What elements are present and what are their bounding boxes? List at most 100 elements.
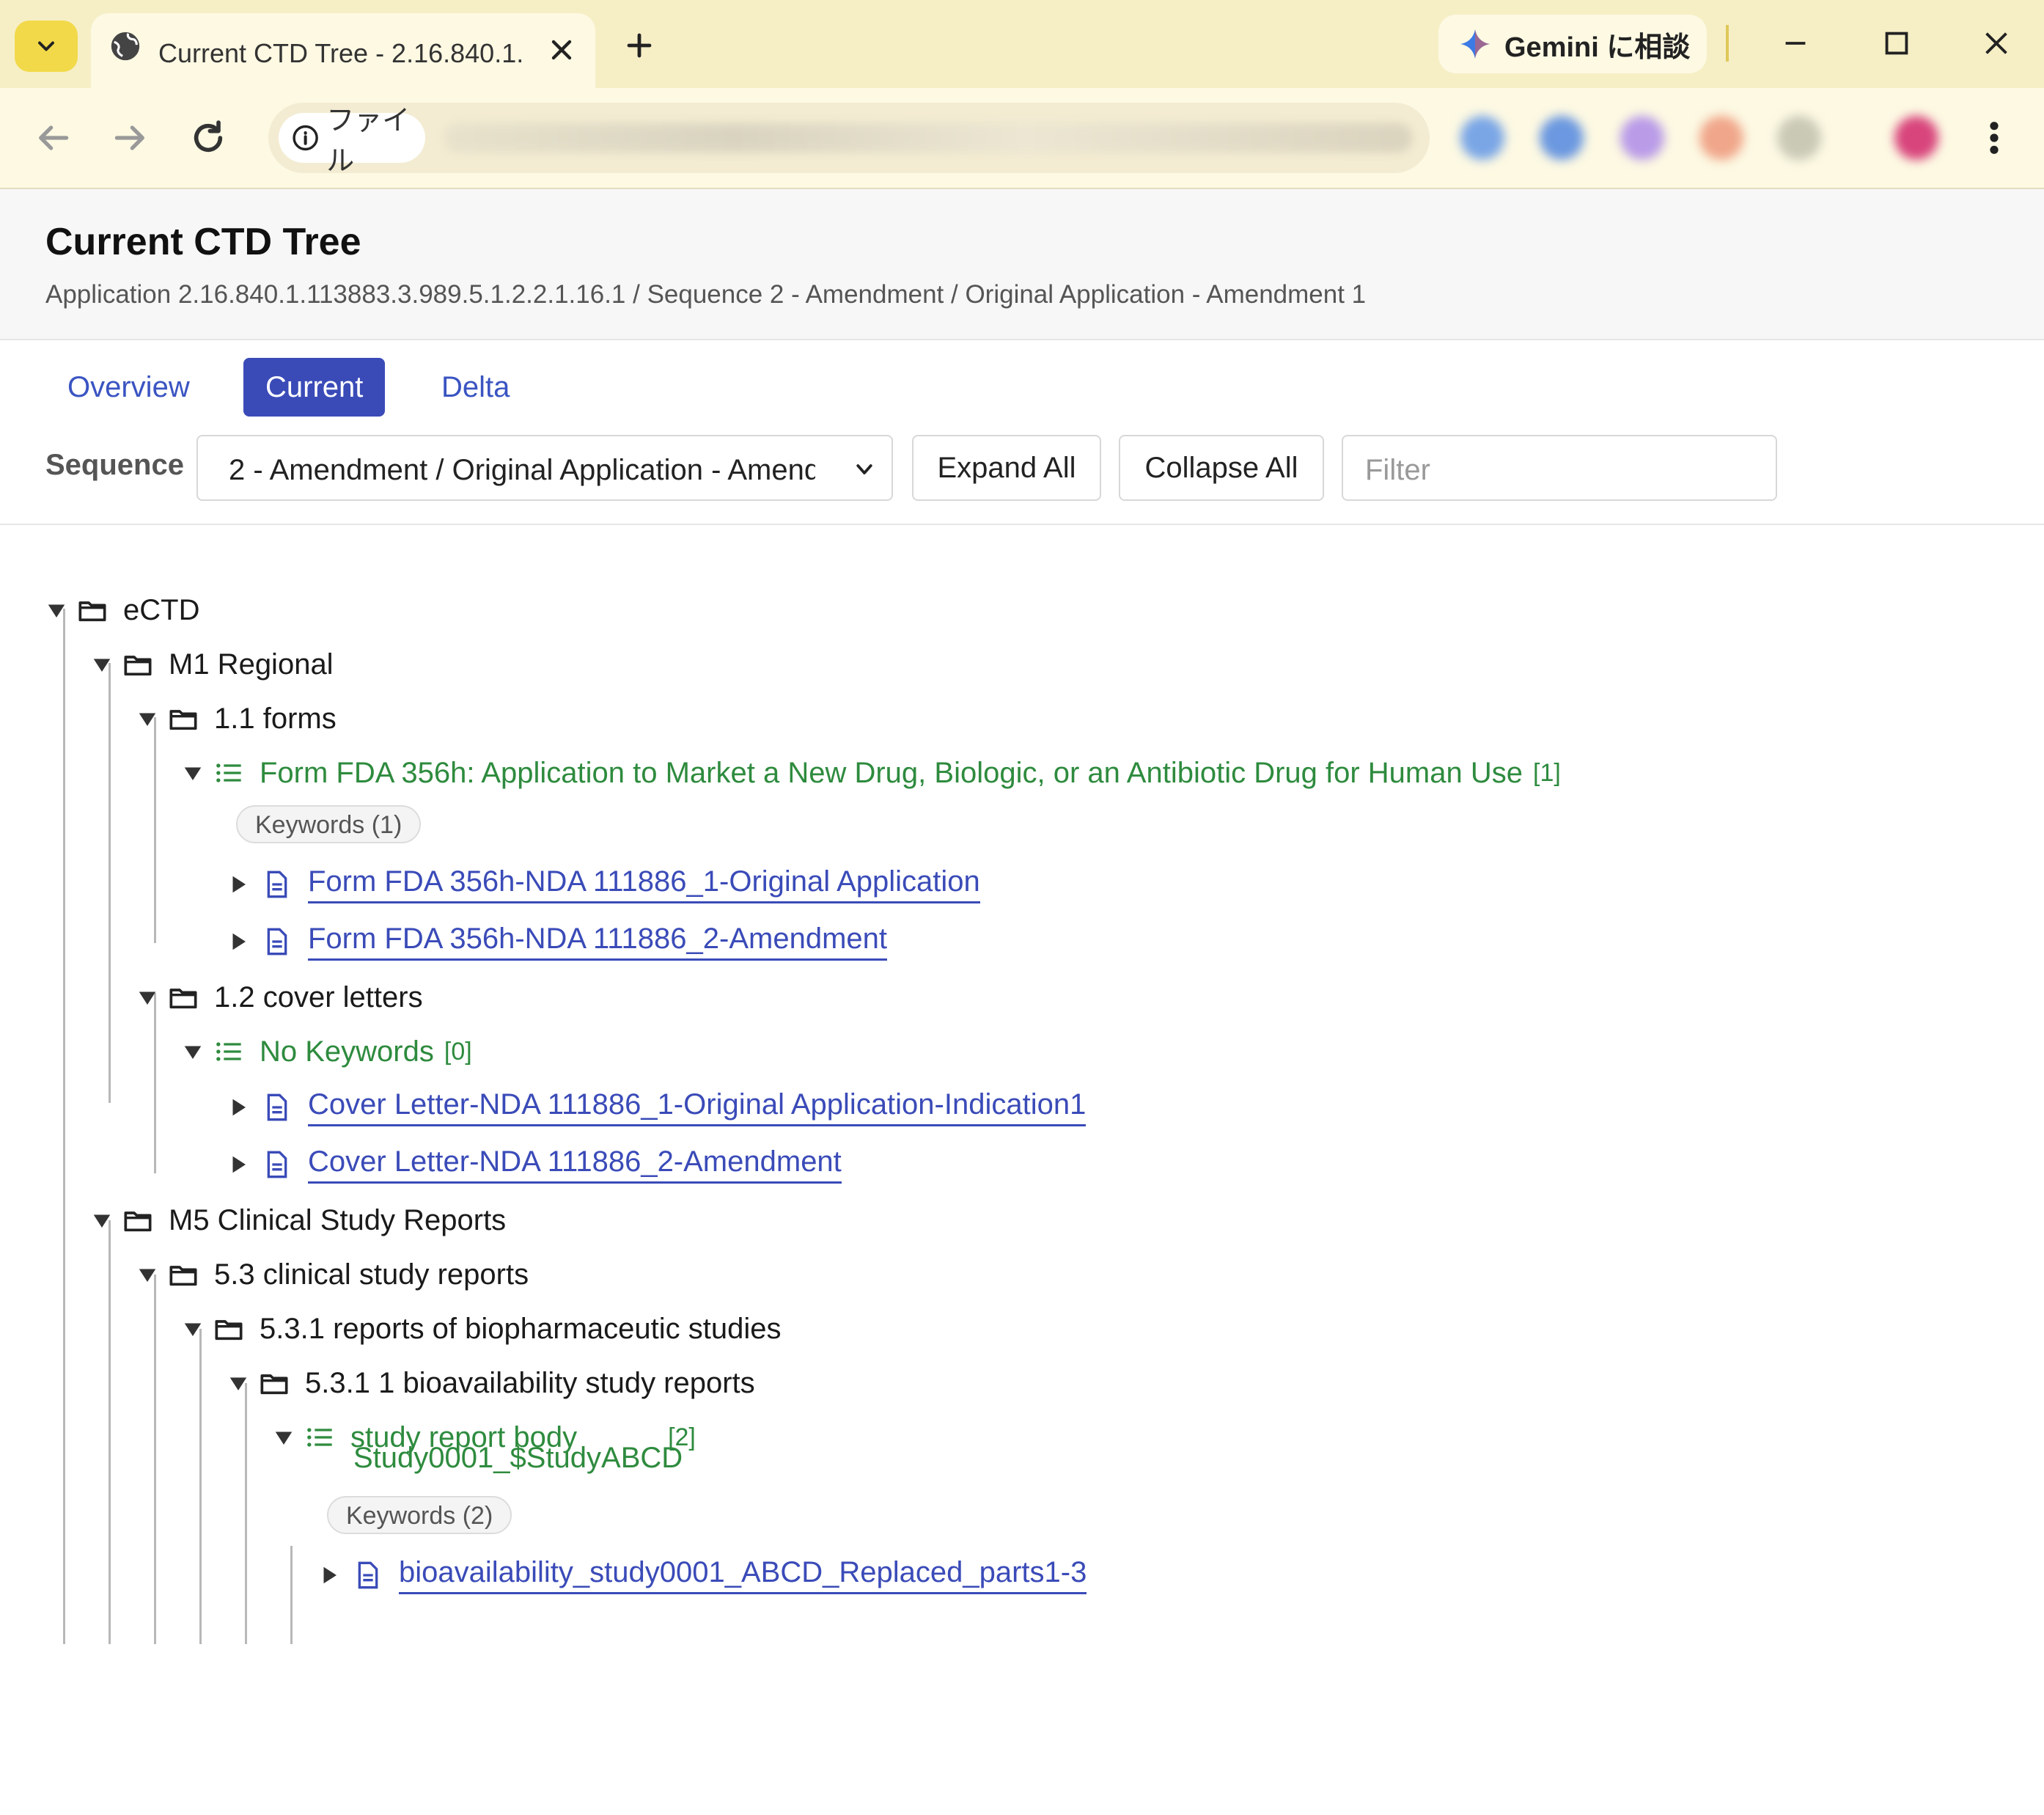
browser-toolbar: ファイル — [0, 88, 2044, 189]
triangle-down-icon[interactable] — [227, 1372, 249, 1394]
filter-placeholder: Filter — [1365, 454, 1430, 486]
tree-doc-form-1[interactable]: Form FDA 356h-NDA 111886_1-Original Appl… — [227, 862, 980, 906]
forward-icon[interactable] — [110, 117, 151, 158]
site-info-label: ファイル — [326, 106, 411, 177]
document-link[interactable]: Cover Letter-NDA 111886_2-Amendment — [308, 1145, 842, 1184]
tree-guide-line — [199, 1329, 202, 1644]
triangle-down-icon[interactable] — [45, 599, 67, 621]
tree-node-ectd[interactable]: eCTD — [45, 588, 199, 632]
triangle-down-icon[interactable] — [182, 1041, 204, 1063]
triangle-down-icon[interactable] — [136, 1264, 158, 1286]
chevron-down-icon — [38, 41, 54, 51]
triangle-down-icon[interactable] — [136, 986, 158, 1008]
tree-group-count: [1] — [1533, 758, 1561, 787]
gemini-button[interactable]: Gemini に相談 — [1438, 15, 1707, 73]
tree-node-label: eCTD — [123, 593, 200, 626]
minimize-icon[interactable] — [1779, 26, 1812, 60]
tree-guide-line — [154, 993, 156, 1173]
triangle-down-icon[interactable] — [136, 708, 158, 730]
browser-tab-bar: Current CTD Tree - 2.16.840.1.113883.3.9… — [0, 0, 2044, 88]
maximize-icon[interactable] — [1880, 26, 1914, 60]
tree-node-5-3-1-1[interactable]: 5.3.1 1 bioavailability study reports — [227, 1361, 755, 1405]
extension-icon[interactable] — [1699, 116, 1743, 160]
tab-delta[interactable]: Delta — [419, 358, 532, 417]
plus-icon[interactable] — [622, 28, 657, 63]
keywords-pill[interactable]: Keywords (2) — [327, 1496, 512, 1534]
extension-icon[interactable] — [1620, 116, 1664, 160]
tree-controls: Sequence 2 - Amendment / Original Applic… — [0, 433, 2044, 503]
tab-search-button[interactable] — [15, 21, 78, 72]
more-vert-icon[interactable] — [1985, 117, 2003, 158]
browser-tab-title: Current CTD Tree - 2.16.840.1.113883.3.9… — [158, 38, 525, 68]
folder-icon — [169, 989, 197, 1009]
document-icon — [267, 1093, 287, 1121]
document-link[interactable]: Cover Letter-NDA 111886_1-Original Appli… — [308, 1088, 1087, 1126]
document-icon — [267, 1151, 287, 1178]
tree-node-5-3[interactable]: 5.3 clinical study reports — [136, 1253, 529, 1297]
sequence-label: Sequence — [45, 449, 184, 481]
triangle-right-icon[interactable] — [227, 1096, 249, 1118]
tree-doc-cover-2[interactable]: Cover Letter-NDA 111886_2-Amendment — [227, 1143, 842, 1187]
document-link[interactable]: Form FDA 356h-NDA 111886_2-Amendment — [308, 923, 888, 961]
gemini-star-icon — [1460, 29, 1490, 59]
triangle-down-icon[interactable] — [182, 762, 204, 784]
view-tabs: Overview Current Delta — [0, 352, 2044, 422]
tree-group-label: Form FDA 356h: Application to Market a N… — [260, 756, 1523, 789]
profile-avatar[interactable] — [1894, 116, 1938, 160]
list-icon — [307, 1428, 332, 1447]
folder-icon — [124, 1211, 152, 1232]
expand-all-button[interactable]: Expand All — [912, 435, 1101, 501]
tree-node-5-3-1[interactable]: 5.3.1 reports of biopharmaceutic studies — [182, 1307, 782, 1351]
triangle-down-icon[interactable] — [182, 1318, 204, 1340]
keywords-pill[interactable]: Keywords (1) — [236, 805, 422, 843]
triangle-right-icon[interactable] — [227, 873, 249, 895]
reload-icon[interactable] — [188, 117, 229, 158]
tree-node-label: 1.2 cover letters — [214, 980, 423, 1013]
browser-tab[interactable]: Current CTD Tree - 2.16.840.1.113883.3.9… — [91, 13, 595, 88]
ctd-tree: eCTD M1 Regional 1.1 forms Form FDA 356h… — [0, 557, 2044, 1644]
tree-doc-study[interactable]: bioavailability_study0001_ABCD_Replaced_… — [318, 1553, 1087, 1597]
triangle-down-icon[interactable] — [273, 1426, 295, 1448]
filter-input[interactable]: Filter — [1342, 435, 1777, 501]
document-icon — [358, 1561, 378, 1589]
breadcrumb: Application 2.16.840.1.113883.3.989.5.1.… — [45, 280, 1367, 309]
folder-icon — [260, 1374, 288, 1395]
tree-group-form-356h[interactable]: Form FDA 356h: Application to Market a N… — [182, 751, 1561, 795]
divider — [0, 524, 2044, 525]
sequence-select-value: 2 - Amendment / Original Application - A… — [229, 454, 815, 486]
triangle-right-icon[interactable] — [318, 1564, 340, 1586]
extension-icon[interactable] — [1540, 116, 1584, 160]
collapse-all-button[interactable]: Collapse All — [1119, 435, 1324, 501]
tree-node-forms[interactable]: 1.1 forms — [136, 697, 337, 741]
tab-current[interactable]: Current — [243, 358, 386, 417]
tree-group-label: No Keywords — [260, 1035, 434, 1068]
page-title: Current CTD Tree — [45, 221, 361, 263]
tree-group-sublabel: Study0001_$StudyABCD — [353, 1442, 683, 1474]
address-bar[interactable]: ファイル — [268, 103, 1430, 177]
tree-node-cover-letters[interactable]: 1.2 cover letters — [136, 975, 423, 1019]
triangle-down-icon[interactable] — [91, 1209, 113, 1231]
tree-node-m5[interactable]: M5 Clinical Study Reports — [91, 1198, 506, 1242]
tree-group-no-keywords[interactable]: No Keywords [0] — [182, 1030, 472, 1074]
sequence-select[interactable]: 2 - Amendment / Original Application - A… — [196, 435, 893, 501]
site-info-chip[interactable]: ファイル — [279, 106, 425, 177]
tree-doc-cover-1[interactable]: Cover Letter-NDA 111886_1-Original Appli… — [227, 1085, 1087, 1129]
close-icon[interactable] — [545, 34, 578, 66]
folder-icon — [78, 601, 106, 622]
tree-node-m1[interactable]: M1 Regional — [91, 642, 334, 686]
triangle-right-icon[interactable] — [227, 1154, 249, 1176]
document-link[interactable]: Form FDA 356h-NDA 111886_1-Original Appl… — [308, 865, 980, 903]
window-close-icon[interactable] — [1979, 26, 2013, 60]
document-link[interactable]: bioavailability_study0001_ABCD_Replaced_… — [399, 1556, 1087, 1594]
tab-overview[interactable]: Overview — [45, 358, 212, 417]
tree-doc-form-2[interactable]: Form FDA 356h-NDA 111886_2-Amendment — [227, 920, 888, 964]
triangle-down-icon[interactable] — [91, 653, 113, 675]
folder-icon — [124, 656, 152, 676]
folder-icon — [169, 1266, 197, 1286]
extension-icon[interactable] — [1460, 116, 1504, 160]
extension-icon[interactable] — [1777, 116, 1821, 160]
triangle-right-icon[interactable] — [227, 931, 249, 953]
tree-node-label: 5.3.1 reports of biopharmaceutic studies — [260, 1312, 782, 1345]
document-icon — [267, 928, 287, 956]
back-icon[interactable] — [32, 117, 73, 158]
